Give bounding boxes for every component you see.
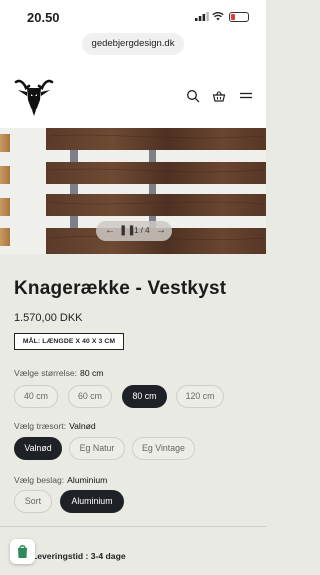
delivery-time: Leveringstid : 3-4 dage <box>32 551 126 561</box>
size-option-40cm[interactable]: 40 cm <box>14 385 58 408</box>
wood-option-valnod[interactable]: Valnød <box>14 437 62 460</box>
gallery-counter: 1 / 4 <box>134 226 150 235</box>
status-time: 20.50 <box>27 10 60 25</box>
wifi-icon <box>212 11 224 21</box>
fitting-label-text: Vælg beslag: <box>14 475 65 485</box>
size-option-120cm[interactable]: 120 cm <box>176 385 224 408</box>
arrow-left-icon[interactable]: ← <box>105 225 115 236</box>
browser-bar: gedebjergdesign.dk <box>0 30 266 64</box>
site-header <box>0 64 266 128</box>
dimensions-badge: MÅL: LÆNGDE X 40 X 3 CM <box>14 333 124 350</box>
size-selected-value: 80 cm <box>80 368 104 378</box>
arrow-right-icon[interactable]: → <box>156 225 166 236</box>
wood-selected-value: Valnød <box>69 421 96 431</box>
fitting-option-label: Vælg beslag: Aluminium <box>14 475 107 485</box>
wood-option-eg-vintage[interactable]: Eg Vintage <box>132 437 195 460</box>
size-option-60cm[interactable]: 60 cm <box>68 385 112 408</box>
product-image-gallery[interactable]: ← ❚❚ 1 / 4 → <box>0 128 266 254</box>
divider <box>0 526 266 527</box>
basket-icon[interactable] <box>212 89 226 103</box>
shopping-bag-icon <box>18 545 27 558</box>
fitting-option-aluminium[interactable]: Aluminium <box>60 490 124 513</box>
battery-icon <box>229 12 249 22</box>
cellular-signal-icon <box>195 12 209 21</box>
goat-head-logo-icon[interactable] <box>12 74 56 118</box>
status-bar: 20.50 <box>0 0 266 30</box>
size-option-label: Vælge størrelse: 80 cm <box>14 368 103 378</box>
shopify-badge[interactable] <box>10 539 35 564</box>
size-option-80cm[interactable]: 80 cm <box>122 385 167 408</box>
wood-option-eg-natur[interactable]: Eg Natur <box>69 437 125 460</box>
fitting-option-sort[interactable]: Sort <box>14 490 52 513</box>
url-field[interactable]: gedebjergdesign.dk <box>82 33 184 55</box>
wood-label-text: Vælg træsort: <box>14 421 67 431</box>
fitting-selected-value: Aluminium <box>67 475 108 485</box>
search-icon[interactable] <box>186 89 200 103</box>
gallery-controls: ← ❚❚ 1 / 4 → <box>96 221 172 241</box>
size-label-text: Vælge størrelse: <box>14 368 78 378</box>
wood-option-label: Vælg træsort: Valnød <box>14 421 96 431</box>
product-price: 1.570,00 DKK <box>14 312 83 324</box>
product-details: Knagerække - Vestkyst 1.570,00 DKK MÅL: … <box>0 254 266 575</box>
hamburger-menu-icon[interactable] <box>239 89 253 103</box>
product-title: Knagerække - Vestkyst <box>14 278 227 299</box>
